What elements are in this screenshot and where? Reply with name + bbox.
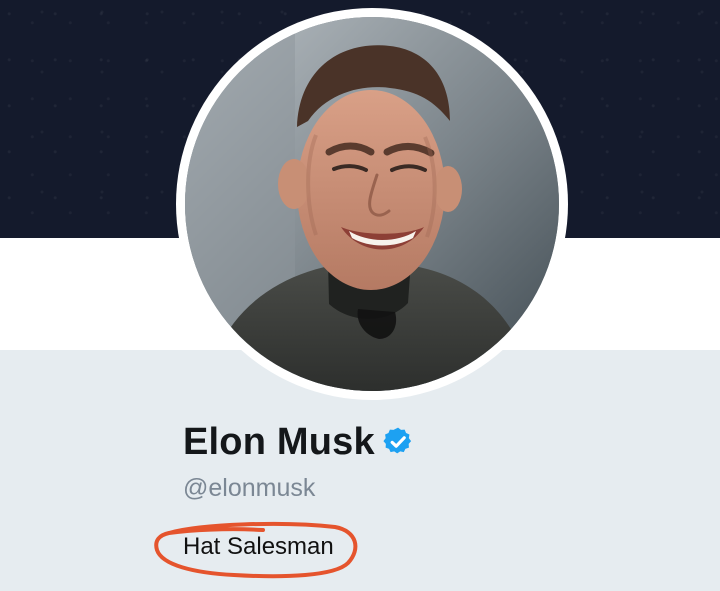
verified-badge-icon bbox=[383, 427, 413, 457]
profile-name[interactable]: Elon Musk bbox=[183, 421, 375, 464]
avatar-photo bbox=[185, 17, 559, 391]
profile-handle[interactable]: @elonmusk bbox=[183, 474, 315, 503]
annotation-circle bbox=[154, 521, 358, 579]
profile-avatar[interactable] bbox=[185, 17, 559, 391]
profile-name-row: Elon Musk bbox=[183, 418, 413, 466]
